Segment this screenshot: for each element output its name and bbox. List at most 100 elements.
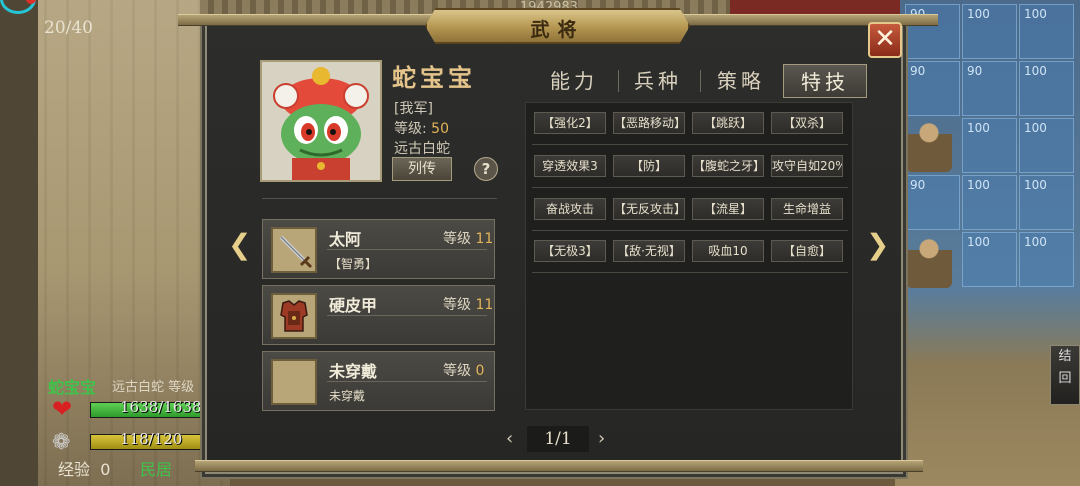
map-grid-cell[interactable]: 100 bbox=[1019, 175, 1074, 230]
divider bbox=[327, 249, 487, 250]
status-unit-sub: 远古白蛇 等级 bbox=[112, 380, 195, 395]
hero-name: 蛇宝宝 bbox=[392, 63, 476, 92]
grid-cell-number: 90 bbox=[910, 178, 926, 192]
feather-icon: ❁ bbox=[52, 430, 71, 455]
dialog-title: 武将 bbox=[530, 19, 585, 41]
map-grid-cell[interactable]: 90 bbox=[905, 175, 960, 230]
hero-class: 远古白蛇 bbox=[394, 141, 450, 157]
skill-row-divider bbox=[532, 230, 848, 231]
grid-cell-number: 90 bbox=[910, 64, 926, 78]
map-grid-cell[interactable]: 100 bbox=[1019, 232, 1074, 287]
equipment-level-value: 11 bbox=[475, 297, 494, 313]
grid-cell-number: 100 bbox=[1024, 7, 1047, 21]
skill-badge[interactable]: 吸血10 bbox=[692, 240, 764, 262]
skill-badge[interactable]: 【无反攻击】 bbox=[613, 198, 685, 220]
equipment-desc: 【智勇】 bbox=[329, 257, 378, 271]
map-grid-cell[interactable]: 100 bbox=[962, 232, 1017, 287]
grid-cell-number: 100 bbox=[1024, 178, 1047, 192]
snake-mascot-icon bbox=[262, 62, 380, 180]
equipment-name: 太阿 bbox=[329, 230, 362, 249]
skill-badge[interactable]: 【流星】 bbox=[692, 198, 764, 220]
sword-icon bbox=[271, 227, 317, 273]
turn-counter: 20/40 bbox=[44, 18, 93, 38]
empty-slot-icon bbox=[271, 359, 317, 405]
map-grid-cell[interactable]: 90 bbox=[905, 61, 960, 116]
map-grid-cell[interactable]: 100 bbox=[1019, 4, 1074, 59]
hp-text: 1638/1638 bbox=[120, 398, 202, 416]
close-x-icon: ✕ bbox=[874, 24, 896, 54]
divider bbox=[262, 198, 497, 199]
page-indicator: 1/1 bbox=[527, 426, 589, 452]
equipment-level: 等级 11 bbox=[443, 228, 493, 248]
page-prev-chevron-icon[interactable]: ‹ bbox=[506, 428, 513, 449]
prev-general-arrow-icon[interactable]: ❮ bbox=[228, 228, 251, 261]
equipment-slot-accessory[interactable]: 未穿戴 等级 0 未穿戴 bbox=[262, 351, 495, 411]
map-grid-cell[interactable]: 100 bbox=[962, 175, 1017, 230]
skill-badge[interactable]: 攻守自如20% bbox=[771, 155, 843, 177]
exp-label: 经验 0 bbox=[58, 456, 110, 480]
map-grid-cell[interactable]: 100 bbox=[1019, 118, 1074, 173]
tab-special-skill[interactable]: 特技 bbox=[783, 64, 867, 98]
map-grid-cell[interactable]: 100 bbox=[1019, 61, 1074, 116]
skill-badge[interactable]: 【敌·无视】 bbox=[613, 240, 685, 262]
skill-row-divider bbox=[532, 272, 848, 273]
biography-button[interactable]: 列传 bbox=[392, 157, 452, 181]
skill-badge[interactable]: 生命增益 bbox=[771, 198, 843, 220]
dialog-rail-bottom bbox=[195, 460, 923, 472]
grid-cell-number: 100 bbox=[967, 7, 990, 21]
tab-troop[interactable]: 兵种 bbox=[616, 64, 700, 98]
next-general-arrow-icon[interactable]: ❯ bbox=[866, 228, 889, 261]
map-grid-cell[interactable]: 100 bbox=[962, 118, 1017, 173]
grid-cell-number: 100 bbox=[1024, 121, 1047, 135]
equipment-level: 等级 11 bbox=[443, 294, 493, 314]
map-grid-cell[interactable]: 100 bbox=[962, 4, 1017, 59]
skill-badge[interactable]: 【恶路移动】 bbox=[613, 112, 685, 134]
close-button[interactable]: ✕ bbox=[868, 22, 902, 58]
equipment-name: 硬皮甲 bbox=[329, 296, 378, 315]
equipment-level-label: 等级 bbox=[443, 231, 471, 247]
equipment-slot-weapon[interactable]: 太阿 等级 11 【智勇】 bbox=[262, 219, 495, 279]
heart-icon: ❤ bbox=[52, 395, 73, 423]
skill-badge[interactable]: 【防】 bbox=[613, 155, 685, 177]
divider bbox=[327, 381, 487, 382]
equipment-level-value: 0 bbox=[475, 363, 485, 379]
soldier-unit[interactable] bbox=[906, 116, 952, 172]
tab-ability[interactable]: 能力 bbox=[532, 64, 616, 98]
skill-badge[interactable]: 【自愈】 bbox=[771, 240, 843, 262]
equipment-desc: 未穿戴 bbox=[329, 389, 366, 403]
skill-row-divider bbox=[532, 187, 848, 188]
tab-strategy[interactable]: 策略 bbox=[699, 64, 783, 98]
equipment-slot-armor[interactable]: 硬皮甲 等级 11 bbox=[262, 285, 495, 345]
grid-cell-number: 90 bbox=[967, 64, 983, 78]
skill-row-divider bbox=[532, 144, 848, 145]
hero-faction: [我军] bbox=[394, 101, 433, 117]
grid-cell-number: 100 bbox=[1024, 64, 1047, 78]
skill-badge[interactable]: 【跳跃】 bbox=[692, 112, 764, 134]
skill-badge[interactable]: 奋战攻击 bbox=[534, 198, 606, 220]
grid-cell-number: 100 bbox=[967, 178, 990, 192]
hero-portrait bbox=[260, 60, 382, 182]
soldier-unit[interactable] bbox=[906, 232, 952, 288]
equipment-level-label: 等级 bbox=[443, 363, 471, 379]
dialog-title-plate: 武将 bbox=[425, 8, 690, 44]
map-grid-cell[interactable]: 90 bbox=[962, 61, 1017, 116]
equipment-level-label: 等级 bbox=[443, 297, 471, 313]
grid-cell-number: 100 bbox=[1024, 235, 1047, 249]
skill-badge[interactable]: 【无极3】 bbox=[534, 240, 606, 262]
hero-level-value: 50 bbox=[431, 121, 449, 137]
equipment-name: 未穿戴 bbox=[329, 362, 378, 381]
skill-badge[interactable]: 【腹蛇之牙】 bbox=[692, 155, 764, 177]
divider bbox=[327, 315, 487, 316]
side-menu-button[interactable]: 结回 bbox=[1050, 345, 1080, 405]
page-next-chevron-icon[interactable]: › bbox=[598, 428, 605, 449]
mp-text: 118/120 bbox=[120, 430, 183, 448]
skill-badge[interactable]: 【强化2】 bbox=[534, 112, 606, 134]
map-grid-cell[interactable]: 90 bbox=[905, 4, 960, 59]
exp-value: 0 bbox=[100, 460, 111, 479]
skill-badge[interactable]: 穿透效果3 bbox=[534, 155, 606, 177]
help-button[interactable]: ? bbox=[474, 157, 498, 181]
grid-cell-number: 100 bbox=[967, 235, 990, 249]
hero-level: 等级: 50 bbox=[394, 118, 449, 138]
skill-badge[interactable]: 【双杀】 bbox=[771, 112, 843, 134]
grid-cell-number: 100 bbox=[967, 121, 990, 135]
